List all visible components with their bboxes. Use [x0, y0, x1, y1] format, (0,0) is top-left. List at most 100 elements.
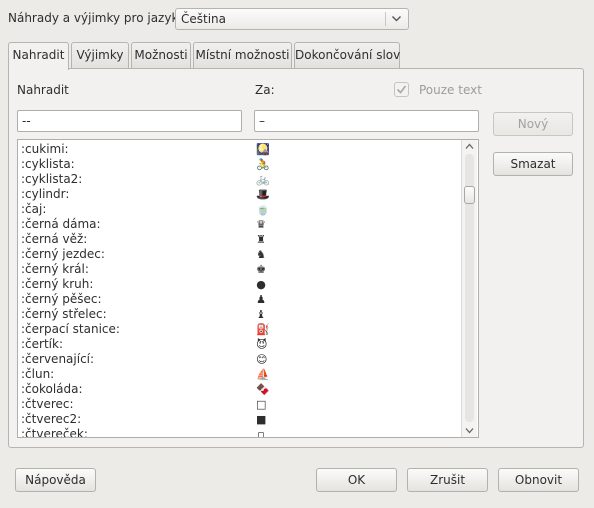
- language-label-text: Náhrady a výjimky pro jazyk:: [8, 11, 183, 25]
- list-item-replacement: ●: [256, 278, 266, 291]
- help-button-label: Nápověda: [25, 473, 86, 487]
- scroll-up-icon[interactable]: [465, 143, 474, 150]
- tab-label: Místní možnosti: [195, 48, 290, 62]
- list-item[interactable]: :červenající: 😊: [18, 352, 478, 367]
- delete-button[interactable]: Smazat: [493, 152, 573, 176]
- list-item-shortcut: :cyklista2:: [21, 172, 83, 186]
- list-item-replacement: □: [256, 398, 267, 411]
- list-item[interactable]: :člun: ⛵: [18, 367, 478, 382]
- tab-mistni-moznosti[interactable]: Místní možnosti: [193, 42, 292, 68]
- list-item[interactable]: :čtverec: □: [18, 397, 478, 412]
- list-item-replacement: 🎩: [256, 188, 270, 201]
- replace-input[interactable]: --: [17, 110, 242, 132]
- list-item-shortcut: :černý střelec:: [21, 307, 107, 321]
- tab-moznosti[interactable]: Možnosti: [131, 42, 191, 68]
- list-item[interactable]: :čtverec2: ■: [18, 412, 478, 427]
- list-item-shortcut: :čokoláda:: [21, 382, 83, 396]
- list-item-replacement: ♝: [256, 308, 266, 321]
- list-item[interactable]: :cylindr: 🎩: [18, 187, 478, 202]
- list-item-shortcut: :čaj:: [21, 202, 47, 216]
- list-item-shortcut: :čtverec:: [21, 397, 74, 411]
- list-item[interactable]: :čerpací stanice: ⛽: [18, 322, 478, 337]
- list-item-shortcut: :člun:: [21, 367, 55, 381]
- tab-label: Nahradit: [12, 48, 65, 62]
- list-item[interactable]: :čokoláda: 🍫: [18, 382, 478, 397]
- with-input-value: –: [259, 114, 265, 128]
- with-input[interactable]: –: [254, 110, 479, 132]
- ok-button[interactable]: OK: [316, 468, 397, 492]
- language-combobox[interactable]: Čeština: [175, 8, 409, 30]
- list-item-replacement: ⛽: [256, 323, 270, 336]
- list-item-shortcut: :černá věž:: [21, 232, 88, 246]
- list-item-shortcut: :černý jezdec:: [21, 247, 105, 261]
- new-button-label: Nový: [517, 117, 549, 131]
- new-button[interactable]: Nový: [493, 112, 573, 136]
- scroll-down-icon[interactable]: [465, 427, 474, 434]
- list-item-shortcut: :cyklista:: [21, 157, 75, 171]
- reset-button[interactable]: Obnovit: [498, 468, 579, 492]
- text-only-label: Pouze text: [419, 83, 482, 97]
- help-button[interactable]: Nápověda: [15, 468, 96, 492]
- list-item[interactable]: :cukimi: 🎑: [18, 142, 478, 157]
- reset-button-label: Obnovit: [514, 473, 563, 487]
- tab-vyjimky[interactable]: Výjimky: [71, 42, 129, 68]
- ok-button-label: OK: [347, 473, 366, 487]
- list-item-replacement: ♛: [256, 218, 266, 231]
- text-only-checkbox[interactable]: [394, 82, 409, 97]
- list-item[interactable]: :černá dáma: ♛: [18, 217, 478, 232]
- list-item-shortcut: :černý pěšec:: [21, 292, 102, 306]
- delete-button-label: Smazat: [510, 157, 556, 171]
- list-item-replacement: ⛵: [256, 368, 270, 381]
- list-item[interactable]: :černý střelec: ♝: [18, 307, 478, 322]
- combobox-separator: [385, 12, 386, 26]
- list-item-shortcut: :cylindr:: [21, 187, 70, 201]
- list-item-replacement: 🚴: [256, 158, 270, 171]
- tab-nahradit[interactable]: Nahradit: [8, 42, 69, 70]
- with-column-label-text: Za:: [255, 83, 275, 97]
- list-item[interactable]: :černý pěšec: ♟: [18, 292, 478, 307]
- list-item-replacement: 🎑: [256, 143, 270, 156]
- list-item-shortcut: :černá dáma:: [21, 217, 101, 231]
- replacement-list[interactable]: :cukimi: 🎑 :cyklista: 🚴:cyklista2: 🚲:cylindr…: [17, 139, 479, 438]
- cancel-button[interactable]: Zrušit: [407, 468, 488, 492]
- chevron-down-icon: [392, 16, 401, 22]
- replace-column-label: Nahradit: [17, 83, 69, 97]
- list-item[interactable]: :čaj: 🍵: [18, 202, 478, 217]
- tab-dokoncovani-slov[interactable]: Dokončování slov: [294, 42, 400, 68]
- replacement-rows: :cukimi: 🎑 :cyklista: 🚴:cyklista2: 🚲:cylindr…: [18, 140, 478, 438]
- list-item[interactable]: :čtvereček: ▫: [18, 427, 478, 438]
- list-item-shortcut: :cukimi:: [21, 142, 69, 156]
- list-item-shortcut: :čtvereček:: [21, 427, 88, 438]
- list-item-shortcut: :čtverec2:: [21, 412, 82, 426]
- list-item-replacement: ♟: [256, 293, 266, 306]
- list-item-replacement: 😈: [256, 338, 268, 351]
- checkmark-icon: [396, 85, 407, 94]
- list-item[interactable]: :černý král: ♚: [18, 262, 478, 277]
- list-item-replacement: ♜: [256, 233, 266, 246]
- list-item-replacement: ♞: [256, 248, 266, 261]
- list-item-shortcut: :černý král:: [21, 262, 89, 276]
- list-item-replacement: 🍵: [256, 203, 270, 216]
- list-item-replacement: 😊: [256, 353, 268, 366]
- list-item-shortcut: :červenající:: [21, 352, 95, 366]
- list-item-replacement: ♚: [256, 263, 266, 276]
- list-item-shortcut: :čerpací stanice:: [21, 322, 120, 336]
- list-item-replacement: 🍫: [256, 383, 270, 396]
- list-item[interactable]: :čertík: 😈: [18, 337, 478, 352]
- list-item[interactable]: :černá věž: ♜: [18, 232, 478, 247]
- list-item[interactable]: :černý kruh: ●: [18, 277, 478, 292]
- scrollbar-thumb[interactable]: [464, 186, 475, 204]
- tab-label: Možnosti: [134, 48, 188, 62]
- list-scrollbar[interactable]: [461, 140, 477, 437]
- list-item[interactable]: :cyklista: 🚴: [18, 157, 478, 172]
- list-item[interactable]: :černý jezdec: ♞: [18, 247, 478, 262]
- list-item-shortcut: :čertík:: [21, 337, 63, 351]
- list-item-shortcut: :černý kruh:: [21, 277, 94, 291]
- list-item-replacement: ▫: [257, 428, 265, 438]
- tab-label: Výjimky: [76, 48, 124, 62]
- language-label: Náhrady a výjimky pro jazyk:: [8, 11, 182, 25]
- replace-column-label-text: Nahradit: [17, 83, 69, 97]
- list-item[interactable]: :cyklista2: 🚲: [18, 172, 478, 187]
- with-column-label: Za:: [255, 83, 275, 97]
- tab-label: Dokončování slov: [295, 48, 401, 62]
